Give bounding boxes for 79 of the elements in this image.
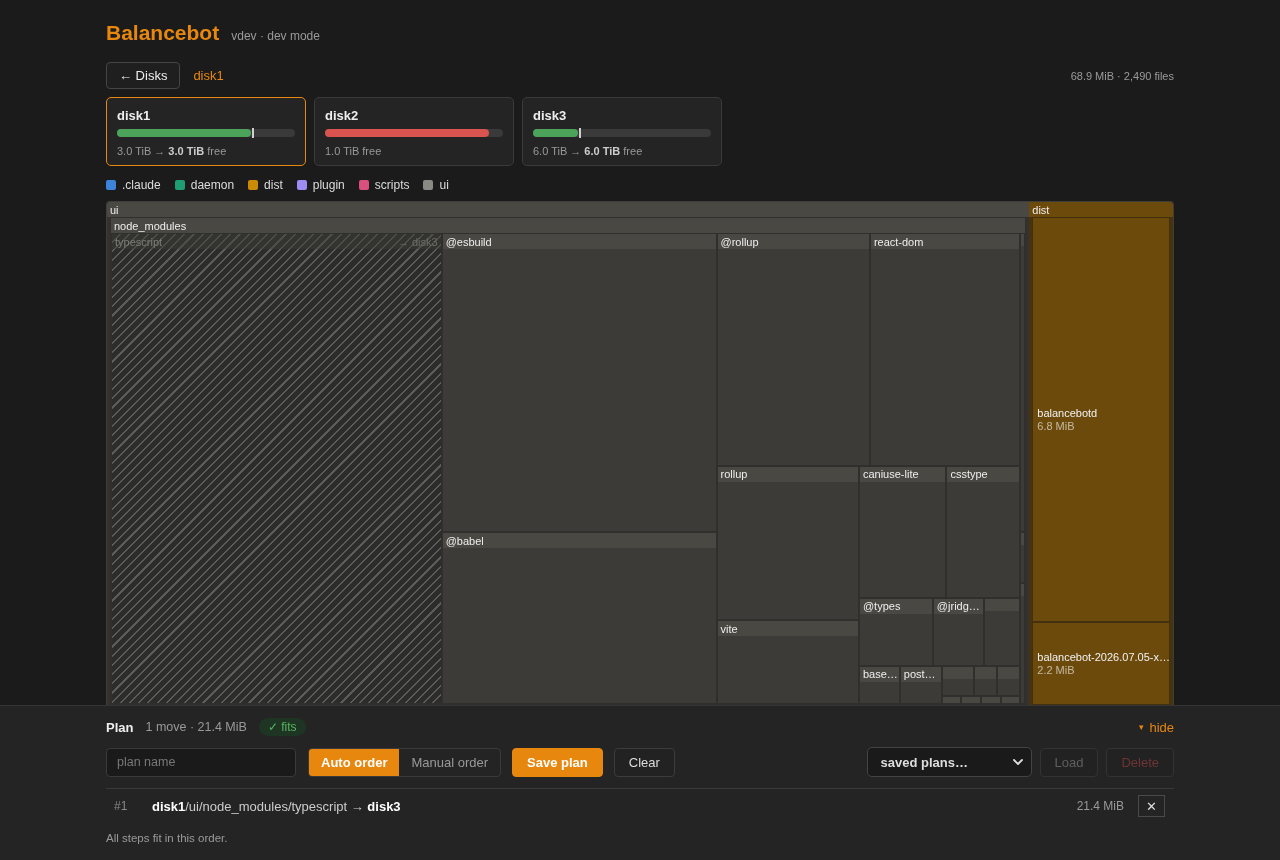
disk-card[interactable]: disk3 6.0 TiB → 6.0 TiB free <box>522 97 722 166</box>
version-label: vdev · dev mode <box>231 29 320 43</box>
folder-tile[interactable]: @rollup <box>716 233 870 466</box>
folder-tile[interactable] <box>961 696 981 704</box>
free-space-text: 6.0 TiB → 6.0 TiB free <box>533 145 644 158</box>
caret-icon: ▾ <box>1139 722 1145 732</box>
disk-card[interactable]: disk2 1.0 TiB free <box>314 97 514 166</box>
folder-tile[interactable]: @jridg… <box>932 597 984 666</box>
folder-name: @types <box>862 600 901 613</box>
folder-tile[interactable] <box>997 665 1021 696</box>
legend-label: ui <box>439 178 449 192</box>
folder-tile[interactable] <box>983 597 1021 666</box>
folder-name: ui <box>110 203 119 216</box>
disk-name: disk2 <box>325 108 360 123</box>
folder-name: node_modules <box>114 219 187 232</box>
order-mode-tab[interactable]: Manual order <box>399 748 501 776</box>
clear-button[interactable]: Clear <box>613 747 675 777</box>
folder-name: typescript <box>115 235 163 248</box>
disk-name: disk1 <box>117 108 152 123</box>
plan-title: Plan <box>106 719 134 735</box>
folder-tile[interactable] <box>980 696 1001 704</box>
folder-tile[interactable]: react-dom <box>869 233 1021 466</box>
folder-tile[interactable] <box>941 665 974 696</box>
folder-tile[interactable]: @types <box>858 597 933 666</box>
plan-summary: 1 move · 21.4 MiB <box>145 720 247 734</box>
file-tile[interactable]: balancebot-2026.07.05-x… 2.2 MiB <box>1032 621 1170 705</box>
file-size: 2.2 MiB <box>1037 663 1076 676</box>
file-size: 6.8 MiB <box>1037 419 1076 432</box>
folder-name: post… <box>903 668 936 681</box>
step-size: 21.4 MiB <box>1076 799 1124 813</box>
folder-tile[interactable] <box>1020 233 1026 532</box>
folder-name: @jridg… <box>936 600 980 613</box>
folder-name: vite <box>720 622 738 635</box>
step-path: disk1/ui/node_modules/typescript → disk3 <box>152 798 401 814</box>
folder-tile[interactable]: @esbuild <box>441 233 717 533</box>
legend-label: plugin <box>312 178 345 192</box>
folder-tile[interactable]: base… <box>858 665 900 704</box>
free-space-text: 3.0 TiB → 3.0 TiB free <box>117 145 228 158</box>
disk-card[interactable]: disk1 3.0 TiB → 3.0 TiB free <box>106 97 306 166</box>
folder-name: base… <box>862 668 898 681</box>
folder-name: @babel <box>445 534 484 547</box>
disk-name: disk3 <box>533 108 568 123</box>
remove-step-button[interactable]: ✕ <box>1138 795 1165 817</box>
plan-footer-note: All steps fit in this order. <box>106 832 229 844</box>
folder-tile[interactable] <box>1020 583 1026 704</box>
folder-tile[interactable]: post… <box>899 665 942 704</box>
fit-status-badge: ✓ fits <box>258 718 306 736</box>
folder-tile[interactable]: @babel <box>441 532 717 704</box>
legend-label: daemon <box>190 178 235 192</box>
folder-name: @rollup <box>720 235 759 248</box>
folder-tile[interactable]: rollup <box>716 465 859 621</box>
saved-plans-select[interactable]: saved plans… <box>866 747 1032 777</box>
folder-tile[interactable]: caniuse-lite <box>858 465 947 598</box>
step-number: #1 <box>113 799 129 813</box>
app-title: Balancebot <box>106 20 220 45</box>
folder-tile[interactable]: csstype <box>946 465 1021 598</box>
free-space-text: 1.0 TiB free <box>325 145 383 158</box>
file-name: balancebotd <box>1037 406 1099 419</box>
folder-tile[interactable] <box>1000 696 1021 704</box>
legend-label: dist <box>264 178 283 192</box>
folder-name: rollup <box>720 468 748 480</box>
folder-name: dist <box>1032 203 1050 216</box>
chevron-down-icon <box>1012 759 1023 765</box>
folder-tile[interactable] <box>973 665 998 696</box>
folder-name: react-dom <box>873 235 924 248</box>
folder-name: csstype <box>950 468 988 480</box>
legend-label: .claude <box>122 178 161 192</box>
hide-toggle[interactable]: ▾ hide <box>1139 719 1174 735</box>
back-button[interactable]: ← Disks <box>106 62 181 89</box>
size-summary: 68.9 MiB · 2,490 files <box>1070 69 1174 82</box>
folder-tile[interactable] <box>1020 531 1026 584</box>
legend-label: scripts <box>374 178 410 192</box>
folder-tile[interactable]: vite <box>716 620 859 704</box>
file-tile[interactable]: balancebotd 6.8 MiB <box>1032 217 1170 622</box>
plan-name-field[interactable]: plan name <box>106 747 296 777</box>
folder-name: caniuse-lite <box>862 468 919 480</box>
folder-name: @esbuild <box>445 235 492 248</box>
folder-tile[interactable] <box>941 696 962 704</box>
current-disk-label: disk1 <box>193 68 224 83</box>
